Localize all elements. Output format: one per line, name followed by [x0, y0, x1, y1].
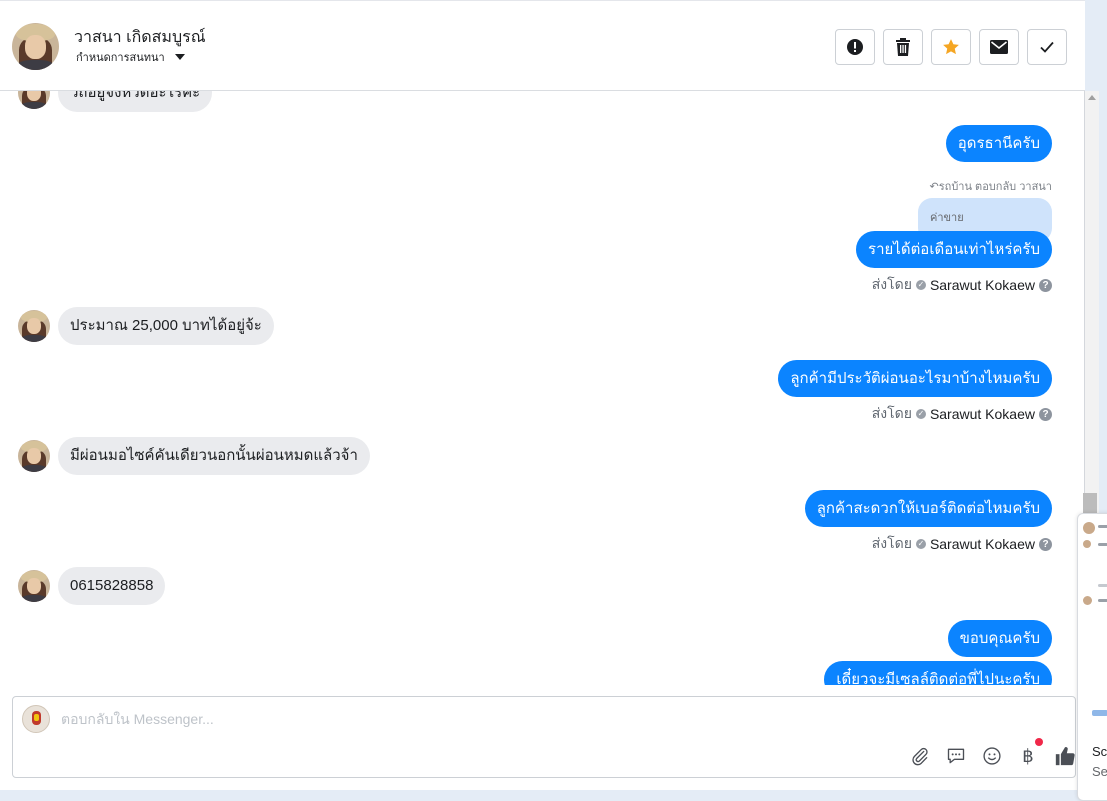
mark-spam-button[interactable] — [835, 29, 875, 65]
message-outgoing: รายได้ต่อเดือนเท่าไหร่ครับ — [856, 231, 1052, 268]
message-text: วถอยูจงหวดอะไรคะ — [58, 91, 213, 112]
contact-avatar-small — [18, 570, 50, 602]
message-incoming: มีผ่อนมอไซค์คันเดียวนอกนั้นผ่อนหมดแล้วจ้… — [18, 437, 370, 475]
verified-icon: ✓ — [915, 409, 926, 419]
contact-avatar-small — [18, 91, 50, 109]
mini-text-line — [1098, 525, 1107, 528]
like-icon[interactable] — [1053, 744, 1077, 768]
message-outgoing: ขอบคุณครับ — [947, 620, 1052, 657]
message-outgoing: ลูกค้ามีประวัติผ่อนอะไรมาบ้างไหมครับ — [778, 360, 1052, 397]
preview-text: Se — [1092, 764, 1107, 779]
mini-text-line — [1098, 584, 1107, 587]
message-incoming: 0615828858 — [18, 567, 166, 605]
mini-avatar — [1083, 596, 1092, 605]
preview-text: Sc — [1092, 744, 1107, 759]
attach-icon[interactable] — [908, 744, 932, 768]
saved-replies-icon[interactable] — [944, 744, 968, 768]
checkmark-icon — [1040, 41, 1054, 53]
sent-by-info: ส่งโดย ✓ Sarawut Kokaew ? — [872, 533, 1052, 555]
scrollbar-thumb[interactable] — [1083, 493, 1097, 515]
reply-icon: ↶ — [929, 181, 939, 193]
star-button[interactable] — [931, 29, 971, 65]
conversation-label-dropdown[interactable]: กำหนดการสนทนา — [76, 48, 185, 66]
mini-text-line — [1098, 599, 1107, 602]
conversation-header: วาสนา เกิดสมบูรณ์ กำหนดการสนทนา — [0, 0, 1085, 91]
delete-button[interactable] — [883, 29, 923, 65]
conversation-panel: วาสนา เกิดสมบูรณ์ กำหนดการสนทนา วถอยูจงห… — [0, 0, 1085, 790]
contact-avatar-small — [18, 310, 50, 342]
page-avatar — [22, 705, 50, 733]
reply-input[interactable] — [61, 711, 661, 727]
mini-avatar — [1083, 522, 1095, 534]
contact-avatar[interactable] — [12, 23, 59, 70]
message-text: มีผ่อนมอไซค์คันเดียวนอกนั้นผ่อนหมดแล้วจ้… — [58, 437, 370, 475]
mark-done-button[interactable] — [1027, 29, 1067, 65]
contact-avatar-small — [18, 440, 50, 472]
message-incoming: ประมาณ 25,000 บาทได้อยู่จ้ะ — [18, 307, 274, 345]
envelope-icon — [990, 40, 1008, 54]
inbox-app: วาสนา เกิดสมบูรณ์ กำหนดการสนทนา วถอยูจงห… — [0, 0, 1107, 801]
reply-composer: ฿ — [12, 696, 1076, 778]
mini-avatar — [1083, 540, 1091, 548]
verified-icon: ✓ — [915, 539, 926, 549]
help-icon[interactable]: ? — [1039, 407, 1052, 421]
scroll-up-arrow[interactable] — [1088, 95, 1096, 100]
trash-icon — [896, 38, 910, 56]
message-text: ประมาณ 25,000 บาทได้อยู่จ้ะ — [58, 307, 274, 345]
message-text: 0615828858 — [58, 567, 166, 605]
sent-by-info: ส่งโดย ✓ Sarawut Kokaew ? — [872, 403, 1052, 425]
help-icon[interactable]: ? — [1039, 278, 1052, 292]
mini-icon — [1092, 710, 1107, 716]
mini-text-line — [1098, 543, 1107, 546]
message-outgoing: ลูกค้าสะดวกให้เบอร์ติดต่อไหมครับ — [804, 490, 1052, 527]
label-dropdown-text: กำหนดการสนทนา — [76, 52, 165, 64]
message-outgoing: อุดรธานีครับ — [945, 125, 1052, 162]
reply-context: ↶รถบ้าน ตอบกลับ วาสนา — [929, 181, 1052, 193]
mark-unread-button[interactable] — [979, 29, 1019, 65]
emoji-icon[interactable] — [980, 744, 1004, 768]
contact-name[interactable]: วาสนา เกิดสมบูรณ์ — [74, 25, 206, 50]
message-outgoing: เดี๋ยวจะมีเซลล์ติดต่อพี่ไปนะครับ — [824, 661, 1052, 685]
side-preview-panel[interactable]: Sc Se — [1077, 513, 1107, 801]
message-incoming: วถอยูจงหวดอะไรคะ — [18, 91, 213, 112]
verified-icon: ✓ — [915, 280, 926, 290]
exclamation-icon — [847, 39, 863, 55]
baht-payment-icon[interactable]: ฿ — [1016, 744, 1040, 768]
notification-dot — [1035, 738, 1043, 746]
star-icon — [943, 39, 959, 55]
message-list[interactable]: วถอยูจงหวดอะไรคะ อุดรธานีครับ ↶รถบ้าน ตอ… — [0, 91, 1070, 685]
caret-down-icon — [174, 54, 185, 60]
sent-by-info: ส่งโดย ✓ Sarawut Kokaew ? — [872, 274, 1052, 296]
help-icon[interactable]: ? — [1039, 537, 1052, 551]
